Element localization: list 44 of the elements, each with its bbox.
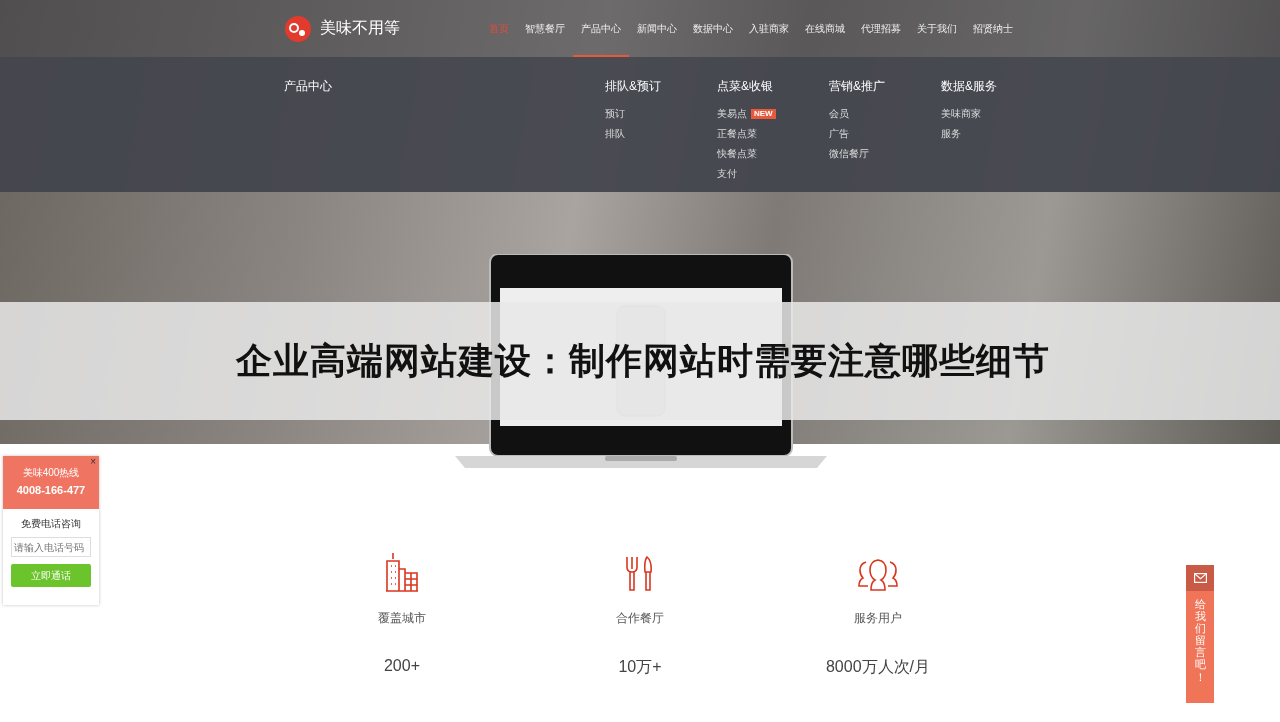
- stat-label: 服务用户: [854, 610, 902, 627]
- phone-input[interactable]: 请输入电话号码: [11, 537, 91, 557]
- menu-item[interactable]: 微信餐厅: [829, 147, 869, 161]
- menu-item[interactable]: 广告: [829, 127, 849, 141]
- nav-link[interactable]: 关于我们: [909, 0, 965, 57]
- buildings-icon: [385, 552, 419, 592]
- stat-label: 合作餐厅: [616, 610, 664, 627]
- fork-knife-icon: [625, 556, 655, 592]
- article-title: 企业高端网站建设：制作网站时需要注意哪些细节: [236, 338, 1050, 383]
- nav-link[interactable]: 入驻商家: [741, 0, 797, 57]
- stat-value: 10万+: [618, 657, 662, 677]
- menu-heading: 营销&推广: [829, 78, 886, 95]
- nav-link[interactable]: 新闻中心: [629, 0, 685, 57]
- nav-link[interactable]: 智慧餐厅: [517, 0, 573, 57]
- menu-item[interactable]: 正餐点菜: [717, 127, 757, 141]
- menu-heading: 排队&预订: [605, 78, 662, 95]
- menu-item[interactable]: 服务: [941, 127, 961, 141]
- nav-link[interactable]: 数据中心: [685, 0, 741, 57]
- menu-item[interactable]: 美易点: [717, 107, 747, 121]
- envelope-icon: [1193, 573, 1207, 583]
- logo-text: 美味不用等: [320, 18, 400, 38]
- users-icon: [857, 558, 899, 592]
- menu-item[interactable]: 快餐点菜: [717, 147, 757, 161]
- logo-icon: [284, 14, 312, 43]
- nav-link[interactable]: 招贤纳士: [965, 0, 1021, 57]
- stat-value: 200+: [383, 657, 420, 675]
- menu-title: 产品中心: [284, 78, 333, 95]
- menu-item[interactable]: 支付: [717, 167, 737, 181]
- menu-item[interactable]: 预订: [605, 107, 625, 121]
- menu-item[interactable]: 排队: [605, 127, 625, 141]
- consult-label: 免费电话咨询: [21, 517, 81, 531]
- menu-item[interactable]: 会员: [829, 107, 849, 121]
- menu-item[interactable]: 美味商家: [941, 107, 981, 121]
- nav-link[interactable]: 在线商城: [797, 0, 853, 57]
- nav-link[interactable]: 代理招募: [853, 0, 909, 57]
- menu-heading: 点菜&收银: [717, 78, 774, 95]
- hotline-title: 美味400热线: [22, 466, 80, 480]
- phone-number: 4008-166-477: [16, 484, 86, 496]
- stat-value: 8000万人次/月: [825, 657, 930, 677]
- menu-heading: 数据&服务: [941, 78, 998, 95]
- stat-label: 覆盖城市: [378, 610, 426, 627]
- close-button[interactable]: ×: [90, 456, 96, 467]
- message-label: 给我们留言吧！: [1194, 598, 1206, 683]
- new-badge: NEW: [751, 109, 776, 119]
